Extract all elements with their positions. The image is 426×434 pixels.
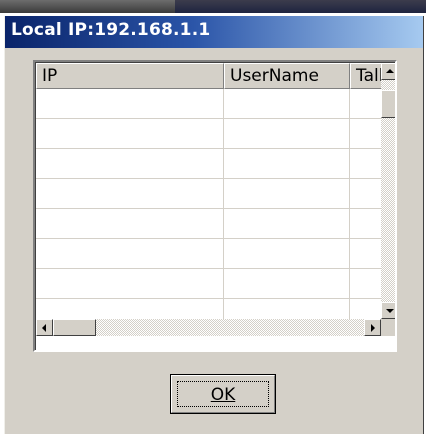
dialog-window: Local IP:192.168.1.1 IP UserName Tall OK: [4, 16, 424, 434]
scroll-right-button[interactable]: [364, 319, 381, 336]
column-gridline: [223, 89, 224, 319]
arrow-down-icon: [386, 309, 394, 313]
arrow-up-icon: [386, 69, 394, 73]
table-row[interactable]: [36, 209, 381, 239]
title-bar[interactable]: Local IP:192.168.1.1: [5, 16, 423, 48]
background-window-strip: [175, 0, 426, 13]
column-header-ip[interactable]: IP: [36, 63, 224, 89]
table-row[interactable]: [36, 179, 381, 209]
table-row[interactable]: [36, 149, 381, 179]
scroll-up-button[interactable]: [381, 63, 395, 80]
ok-button-label: OK: [210, 385, 236, 405]
scroll-down-button[interactable]: [381, 302, 395, 319]
user-list-view[interactable]: IP UserName Tall: [33, 60, 397, 352]
list-rows: [36, 89, 381, 329]
table-row[interactable]: [36, 119, 381, 149]
scroll-left-button[interactable]: [36, 319, 53, 336]
scrollbar-corner: [381, 319, 395, 336]
column-gridline: [349, 89, 350, 319]
list-header: IP UserName Tall: [36, 63, 390, 89]
table-row[interactable]: [36, 269, 381, 299]
column-header-username[interactable]: UserName: [224, 63, 350, 89]
horizontal-scroll-thumb[interactable]: [53, 319, 96, 336]
table-row[interactable]: [36, 89, 381, 119]
arrow-left-icon: [42, 324, 46, 332]
window-title: Local IP:192.168.1.1: [11, 20, 211, 40]
table-row[interactable]: [36, 239, 381, 269]
background-window-strip: [0, 0, 175, 13]
ok-button[interactable]: OK: [170, 374, 276, 414]
vertical-scroll-thumb[interactable]: [381, 90, 395, 118]
arrow-right-icon: [371, 324, 375, 332]
